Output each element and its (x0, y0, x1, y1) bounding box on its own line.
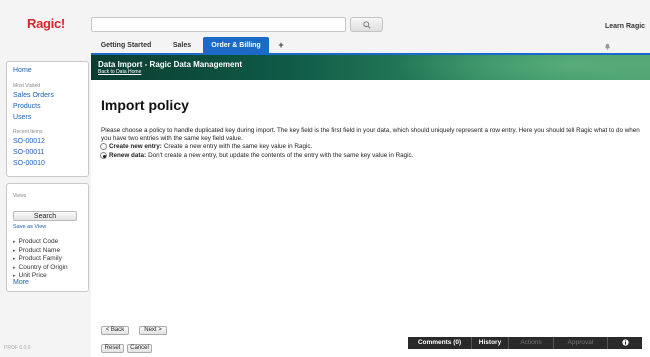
recent-item[interactable]: SO-00010 (13, 160, 45, 167)
main-content: Data Import - Ragic Data Management Back… (91, 55, 650, 357)
views-search-button[interactable]: Search (13, 211, 77, 221)
info-icon (621, 339, 629, 346)
policy-description: Please choose a policy to handle duplica… (101, 127, 640, 142)
learn-ragic-link[interactable]: Learn Ragic (605, 23, 645, 30)
version-label: PROF 6.0.0 (4, 345, 31, 351)
cancel-button[interactable]: Cancel (127, 344, 152, 353)
search-icon (362, 20, 371, 29)
field-item-product-name[interactable]: Product Name (13, 247, 68, 256)
renew-data-radio[interactable] (100, 152, 107, 159)
sidebar-item-sales-orders[interactable]: Sales Orders (13, 92, 54, 99)
tab-order-billing[interactable]: Order & Billing (203, 37, 269, 54)
info-button[interactable] (608, 337, 642, 349)
search-input[interactable] (91, 17, 346, 32)
sidebar-navigation: Home Most Visited Sales Orders Products … (6, 61, 89, 177)
more-fields-link[interactable]: More (13, 279, 29, 286)
option-title: Create new entry: (109, 143, 162, 150)
back-button[interactable]: < Back (101, 326, 129, 335)
add-tab-button[interactable]: + (269, 37, 293, 54)
field-item-country-of-origin[interactable]: Country of Origin (13, 264, 68, 273)
record-action-bar: Comments (0) History Actions Approval (408, 337, 642, 349)
sidebar-home-link[interactable]: Home (13, 67, 32, 74)
option-create-new-entry[interactable]: Create new entry: Create a new entry wit… (100, 143, 312, 150)
field-item-product-code[interactable]: Product Code (13, 238, 68, 247)
back-to-data-home-link[interactable]: Back to Data Home (98, 69, 141, 75)
most-visited-label: Most Visited (13, 83, 41, 89)
page-title: Import policy (101, 97, 189, 113)
field-list: Product Code Product Name Product Family… (13, 238, 68, 281)
next-button[interactable]: Next > (139, 326, 167, 335)
module-tabs: Getting Started Sales Order & Billing + (91, 37, 293, 54)
comments-tab[interactable]: Comments (0) (408, 337, 472, 349)
views-label: Views (13, 193, 27, 199)
recent-item[interactable]: SO-00012 (13, 138, 45, 145)
bell-icon[interactable] (604, 43, 611, 50)
ragic-logo[interactable]: Ragic! (27, 16, 65, 31)
reset-button[interactable]: Reset (101, 344, 124, 353)
sidebar-item-users[interactable]: Users (13, 114, 31, 121)
search-button[interactable] (350, 17, 383, 32)
sidebar-views: Views Search Save as View Product Code P… (6, 183, 89, 292)
approval-tab[interactable]: Approval (554, 337, 608, 349)
banner-title: Data Import - Ragic Data Management (98, 60, 243, 69)
recent-items-label: Recent Items (13, 129, 43, 135)
actions-tab[interactable]: Actions (509, 337, 554, 349)
history-tab[interactable]: History (472, 337, 509, 349)
option-renew-data[interactable]: Renew data: Don't create a new entry, bu… (100, 152, 413, 159)
create-new-entry-radio[interactable] (100, 143, 107, 150)
top-header: Ragic! Learn Ragic Getting Started Sales… (0, 0, 650, 55)
recent-item[interactable]: SO-00011 (13, 149, 44, 156)
option-title: Renew data: (109, 152, 147, 159)
field-item-product-family[interactable]: Product Family (13, 255, 68, 264)
sidebar-item-products[interactable]: Products (13, 103, 41, 110)
option-text: Don't create a new entry, but update the… (148, 152, 414, 159)
tab-sales[interactable]: Sales (161, 37, 203, 54)
option-text: Create a new entry with the same key val… (163, 143, 313, 150)
tab-getting-started[interactable]: Getting Started (91, 37, 161, 54)
save-as-view-link[interactable]: Save as View (13, 224, 46, 230)
page-banner: Data Import - Ragic Data Management Back… (91, 55, 650, 80)
